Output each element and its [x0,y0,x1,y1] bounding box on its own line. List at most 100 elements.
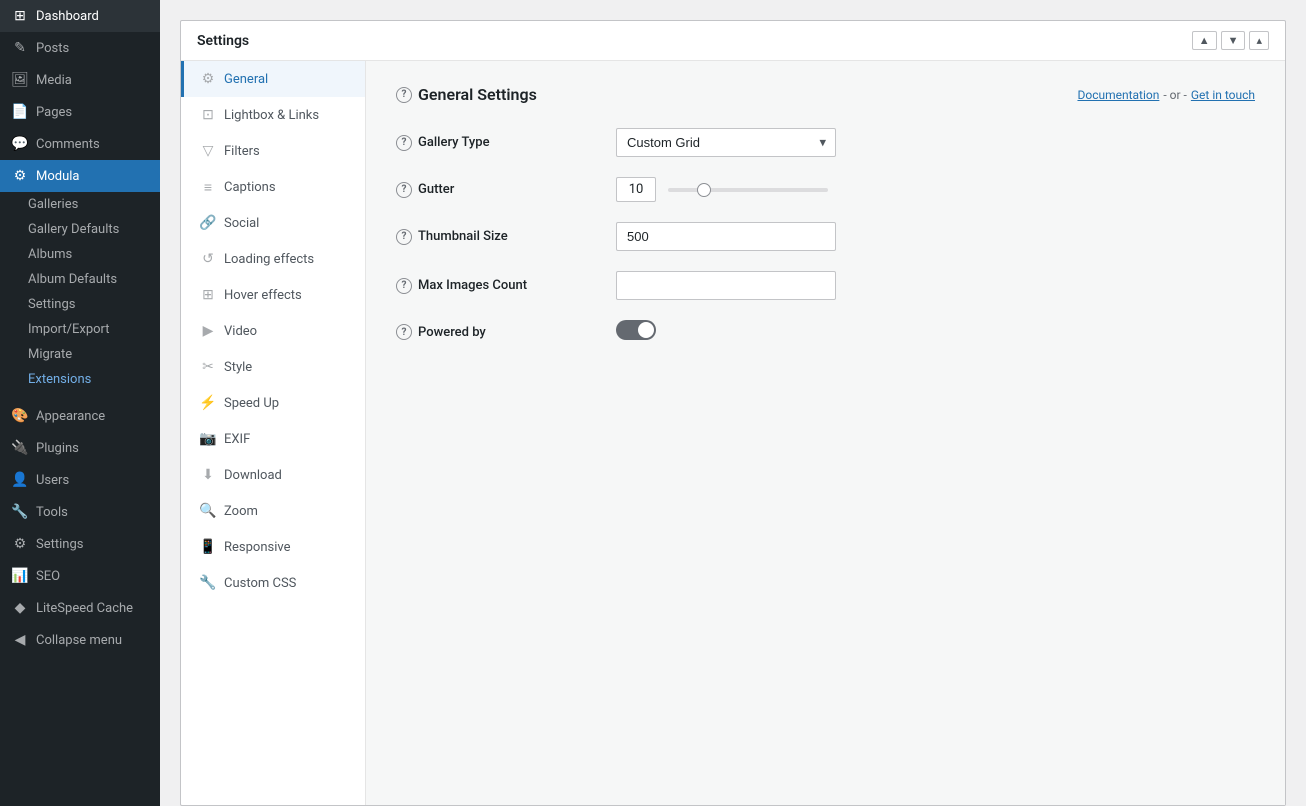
sidebar-item-label: Posts [36,41,69,56]
submenu-galleries[interactable]: Galleries [0,192,160,217]
submenu-migrate[interactable]: Migrate [0,342,160,367]
nav-item-download[interactable]: ⬇ Download [181,457,365,493]
thumbnail-size-row: ? Thumbnail Size [396,222,1255,251]
submenu-extensions[interactable]: Extensions [0,367,160,392]
max-images-count-input[interactable] [616,271,836,300]
sidebar-item-seo[interactable]: 📊 SEO [0,560,160,592]
sidebar-item-pages[interactable]: 📄 Pages [0,96,160,128]
nav-item-label: Hover effects [224,288,302,303]
gallery-type-help[interactable]: ? [396,135,412,151]
sidebar-item-litespeed[interactable]: ◆ LiteSpeed Cache [0,592,160,624]
thumbnail-size-help[interactable]: ? [396,229,412,245]
settings-panel: Settings ▲ ▼ ▴ ⚙ General ⊡ Lightbox & [180,20,1286,806]
nav-item-captions[interactable]: ≡ Captions [181,169,365,205]
section-title: ? General Settings [396,85,537,104]
or-text: - or - [1163,88,1187,102]
powered-by-toggle[interactable] [616,320,656,340]
captions-icon: ≡ [200,179,216,195]
speed-up-icon: ⚡ [200,395,216,411]
sidebar-item-label: Plugins [36,441,79,456]
sidebar: ⊞ Dashboard ✎ Posts 🖼 Media 📄 Pages 💬 Co… [0,0,160,806]
header-controls: ▲ ▼ ▴ [1192,31,1269,50]
nav-item-label: Social [224,216,259,231]
header-collapse-button[interactable]: ▴ [1249,31,1269,50]
gallery-type-select[interactable]: Custom Grid Masonry Slider Grid [616,128,836,157]
sidebar-item-collapse[interactable]: ◀ Collapse menu [0,624,160,656]
nav-item-general[interactable]: ⚙ General [181,61,365,97]
gutter-row: ? Gutter 10 [396,177,1255,202]
max-images-count-label: ? Max Images Count [396,278,616,294]
content-header: ? General Settings Documentation - or - … [396,85,1255,104]
sidebar-item-posts[interactable]: ✎ Posts [0,32,160,64]
gutter-value: 10 [616,177,656,202]
sidebar-item-label: Media [36,73,72,88]
nav-item-label: Loading effects [224,252,314,267]
nav-item-speed-up[interactable]: ⚡ Speed Up [181,385,365,421]
pages-icon: 📄 [12,104,28,120]
nav-item-lightbox-links[interactable]: ⊡ Lightbox & Links [181,97,365,133]
thumbnail-size-label: ? Thumbnail Size [396,229,616,245]
submenu-album-defaults[interactable]: Album Defaults [0,267,160,292]
sidebar-item-label: Comments [36,137,100,152]
nav-item-label: Custom CSS [224,576,296,591]
collapse-icon: ◀ [12,632,28,648]
nav-item-label: Style [224,360,252,375]
nav-item-label: Filters [224,144,260,159]
powered-by-help[interactable]: ? [396,324,412,340]
nav-item-style[interactable]: ✂ Style [181,349,365,385]
nav-item-responsive[interactable]: 📱 Responsive [181,529,365,565]
sidebar-item-media[interactable]: 🖼 Media [0,64,160,96]
header-up-button[interactable]: ▲ [1192,31,1217,50]
sidebar-item-label: Modula [36,169,80,184]
section-help-icon[interactable]: ? [396,87,412,103]
submenu-gallery-defaults[interactable]: Gallery Defaults [0,217,160,242]
gutter-slider[interactable] [668,188,828,192]
submenu-albums[interactable]: Albums [0,242,160,267]
sidebar-item-dashboard[interactable]: ⊞ Dashboard [0,0,160,32]
thumbnail-size-input[interactable] [616,222,836,251]
nav-item-label: Lightbox & Links [224,108,319,123]
sidebar-item-appearance[interactable]: 🎨 Appearance [0,400,160,432]
nav-item-custom-css[interactable]: 🔧 Custom CSS [181,565,365,601]
sidebar-item-label: Tools [36,505,68,520]
nav-item-video[interactable]: ▶ Video [181,313,365,349]
sidebar-item-label: SEO [36,569,60,584]
settings-nav: ⚙ General ⊡ Lightbox & Links ▽ Filters ≡… [181,61,366,805]
nav-item-label: Captions [224,180,276,195]
sidebar-item-tools[interactable]: 🔧 Tools [0,496,160,528]
sidebar-item-users[interactable]: 👤 Users [0,464,160,496]
max-images-count-row: ? Max Images Count [396,271,1255,300]
settings-content: ? General Settings Documentation - or - … [366,61,1285,805]
submenu-import-export[interactable]: Import/Export [0,317,160,342]
plugins-icon: 🔌 [12,440,28,456]
settings-body: ⚙ General ⊡ Lightbox & Links ▽ Filters ≡… [181,61,1285,805]
documentation-link[interactable]: Documentation [1077,88,1159,102]
nav-item-exif[interactable]: 📷 EXIF [181,421,365,457]
responsive-icon: 📱 [200,539,216,555]
sidebar-item-label: Pages [36,105,72,120]
gutter-help[interactable]: ? [396,182,412,198]
sidebar-item-label: Appearance [36,409,105,424]
sidebar-item-settings-main[interactable]: ⚙ Settings [0,528,160,560]
nav-item-filters[interactable]: ▽ Filters [181,133,365,169]
content-area: Settings ▲ ▼ ▴ ⚙ General ⊡ Lightbox & [160,0,1306,806]
nav-item-hover-effects[interactable]: ⊞ Hover effects [181,277,365,313]
nav-item-social[interactable]: 🔗 Social [181,205,365,241]
max-images-count-control [616,271,1255,300]
exif-icon: 📷 [200,431,216,447]
submenu-settings[interactable]: Settings [0,292,160,317]
sidebar-item-modula[interactable]: ⚙ Modula [0,160,160,192]
video-icon: ▶ [200,323,216,339]
nav-item-loading-effects[interactable]: ↺ Loading effects [181,241,365,277]
sidebar-item-comments[interactable]: 💬 Comments [0,128,160,160]
nav-item-zoom[interactable]: 🔍 Zoom [181,493,365,529]
sidebar-item-plugins[interactable]: 🔌 Plugins [0,432,160,464]
nav-item-label: Speed Up [224,396,279,411]
settings-main-icon: ⚙ [12,536,28,552]
seo-icon: 📊 [12,568,28,584]
max-images-count-help[interactable]: ? [396,278,412,294]
zoom-icon: 🔍 [200,503,216,519]
get-in-touch-link[interactable]: Get in touch [1191,88,1255,102]
settings-header: Settings ▲ ▼ ▴ [181,21,1285,61]
header-down-button[interactable]: ▼ [1221,31,1246,50]
